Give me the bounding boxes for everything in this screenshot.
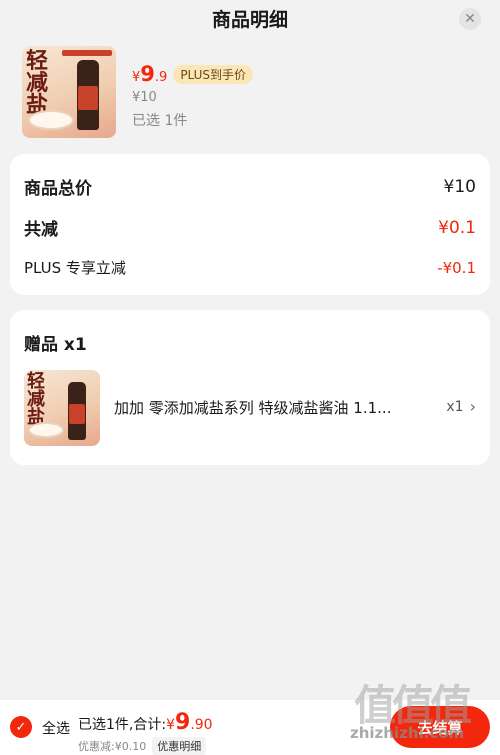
page-title: 商品明细 bbox=[211, 8, 288, 31]
price-decimal: .9 bbox=[154, 70, 168, 85]
product-image-text: 轻减盐 bbox=[26, 48, 49, 118]
discount-text: 优惠减:¥0.10 bbox=[78, 740, 147, 753]
selected-total-label: 已选1件,合计: bbox=[78, 717, 167, 733]
reduce-label: 共减 bbox=[24, 220, 58, 240]
product-price: ¥ 9 .9 PLUS到手价 bbox=[132, 62, 254, 86]
checkout-button[interactable]: 去结算 bbox=[390, 706, 490, 748]
gift-quantity: x1 › bbox=[446, 397, 476, 416]
total-symbol: ¥ bbox=[166, 717, 175, 733]
select-all-checkbox[interactable]: ✓ bbox=[10, 716, 32, 738]
discount-detail-button[interactable]: 优惠明细 bbox=[152, 737, 207, 755]
gift-image-dish bbox=[28, 422, 64, 438]
gift-image-bottle-label bbox=[69, 404, 85, 424]
gift-image-text: 轻减盐 bbox=[27, 371, 45, 428]
product-image-dish bbox=[28, 110, 74, 130]
gift-qty-text: x1 bbox=[446, 398, 464, 415]
gift-name: 加加 零添加减盐系列 特级减盐酱油 1.1... bbox=[114, 399, 392, 417]
product-header: 轻减盐 ¥ 9 .9 PLUS到手价 ¥10 已选 1件 bbox=[22, 46, 482, 138]
gift-card: 赠品 x1 轻减盐 加加 零添加减盐系列 特级减盐酱油 1.1... x1 › bbox=[10, 310, 490, 465]
close-icon: ✕ bbox=[464, 11, 476, 27]
total-integer: 9 bbox=[175, 710, 191, 735]
discount-line: 优惠减:¥0.10 优惠明细 bbox=[78, 737, 207, 755]
price-summary-card: 商品总价 ¥10 共减 ¥0.1 PLUS 专享立减 -¥0.1 bbox=[10, 154, 490, 295]
close-button[interactable]: ✕ bbox=[459, 8, 481, 30]
plus-discount-row: PLUS 专享立减 -¥0.1 bbox=[24, 257, 476, 278]
original-price: ¥10 bbox=[132, 90, 157, 105]
product-image-banner bbox=[62, 50, 112, 56]
chevron-right-icon: › bbox=[469, 397, 476, 416]
gift-image: 轻减盐 bbox=[24, 370, 100, 446]
bottom-bar: ✓ 全选 已选1件,合计: ¥ 9 .90 优惠减:¥0.10 优惠明细 去结算 bbox=[0, 700, 500, 755]
product-image-bottle-label bbox=[78, 86, 98, 110]
total-price-row: 商品总价 ¥10 bbox=[24, 174, 476, 200]
selected-count: 已选 1件 bbox=[132, 113, 188, 129]
reduce-value: ¥0.1 bbox=[438, 217, 476, 238]
total-price-value: ¥10 bbox=[443, 176, 476, 197]
reduce-row: 共减 ¥0.1 bbox=[24, 215, 476, 241]
total-price-label: 商品总价 bbox=[24, 179, 92, 199]
plus-discount-value: -¥0.1 bbox=[437, 258, 476, 277]
total-line: 已选1件,合计: ¥ 9 .90 bbox=[78, 710, 213, 735]
checkmark-icon: ✓ bbox=[15, 719, 27, 735]
select-all-label[interactable]: 全选 bbox=[42, 718, 70, 738]
plus-price-tag: PLUS到手价 bbox=[173, 65, 254, 84]
price-integer: 9 bbox=[140, 62, 155, 86]
header: 商品明细 ✕ bbox=[0, 0, 500, 36]
gift-item[interactable]: 轻减盐 加加 零添加减盐系列 特级减盐酱油 1.1... x1 › bbox=[24, 370, 476, 446]
plus-discount-label: PLUS 专享立减 bbox=[24, 259, 126, 277]
product-image: 轻减盐 bbox=[22, 46, 116, 138]
total-decimal: .90 bbox=[190, 717, 213, 733]
price-symbol: ¥ bbox=[132, 70, 141, 85]
gift-title: 赠品 x1 bbox=[24, 335, 87, 355]
